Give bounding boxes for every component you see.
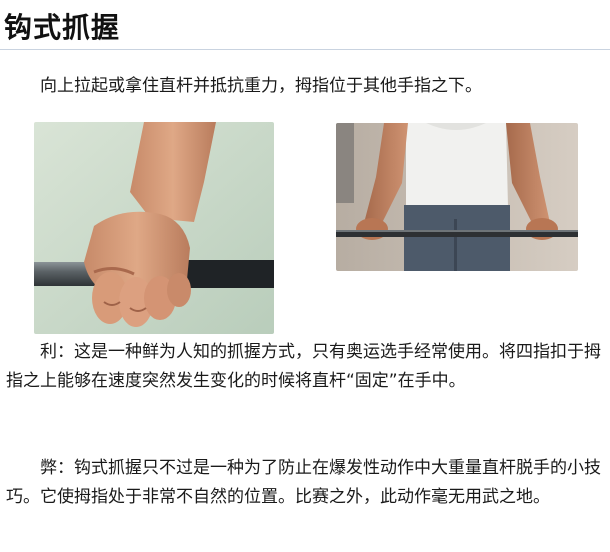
section-heading: 钩式抓握 (4, 6, 120, 46)
document-page: 钩式抓握 向上拉起或拿住直杆并抵抗重力，拇指位于其他手指之下。 利：这是一种鲜为… (0, 0, 610, 552)
cons-paragraph: 弊：钩式抓握只不过是一种为了防止在爆发性动作中大重量直杆脱手的小技巧。它使拇指处… (6, 458, 601, 507)
pros-paragraph: 利：这是一种鲜为人知的抓握方式，只有奥运选手经常使用。将四指扣于拇指之上能够在速… (6, 342, 601, 391)
hook-grip-hand-photo (34, 122, 274, 334)
athlete-barbell-photo (336, 123, 578, 271)
title-divider (0, 49, 610, 50)
intro-text: 向上拉起或拿住直杆并抵抗重力，拇指位于其他手指之下。 (40, 76, 482, 96)
page-title: 钩式抓握 (4, 11, 121, 44)
